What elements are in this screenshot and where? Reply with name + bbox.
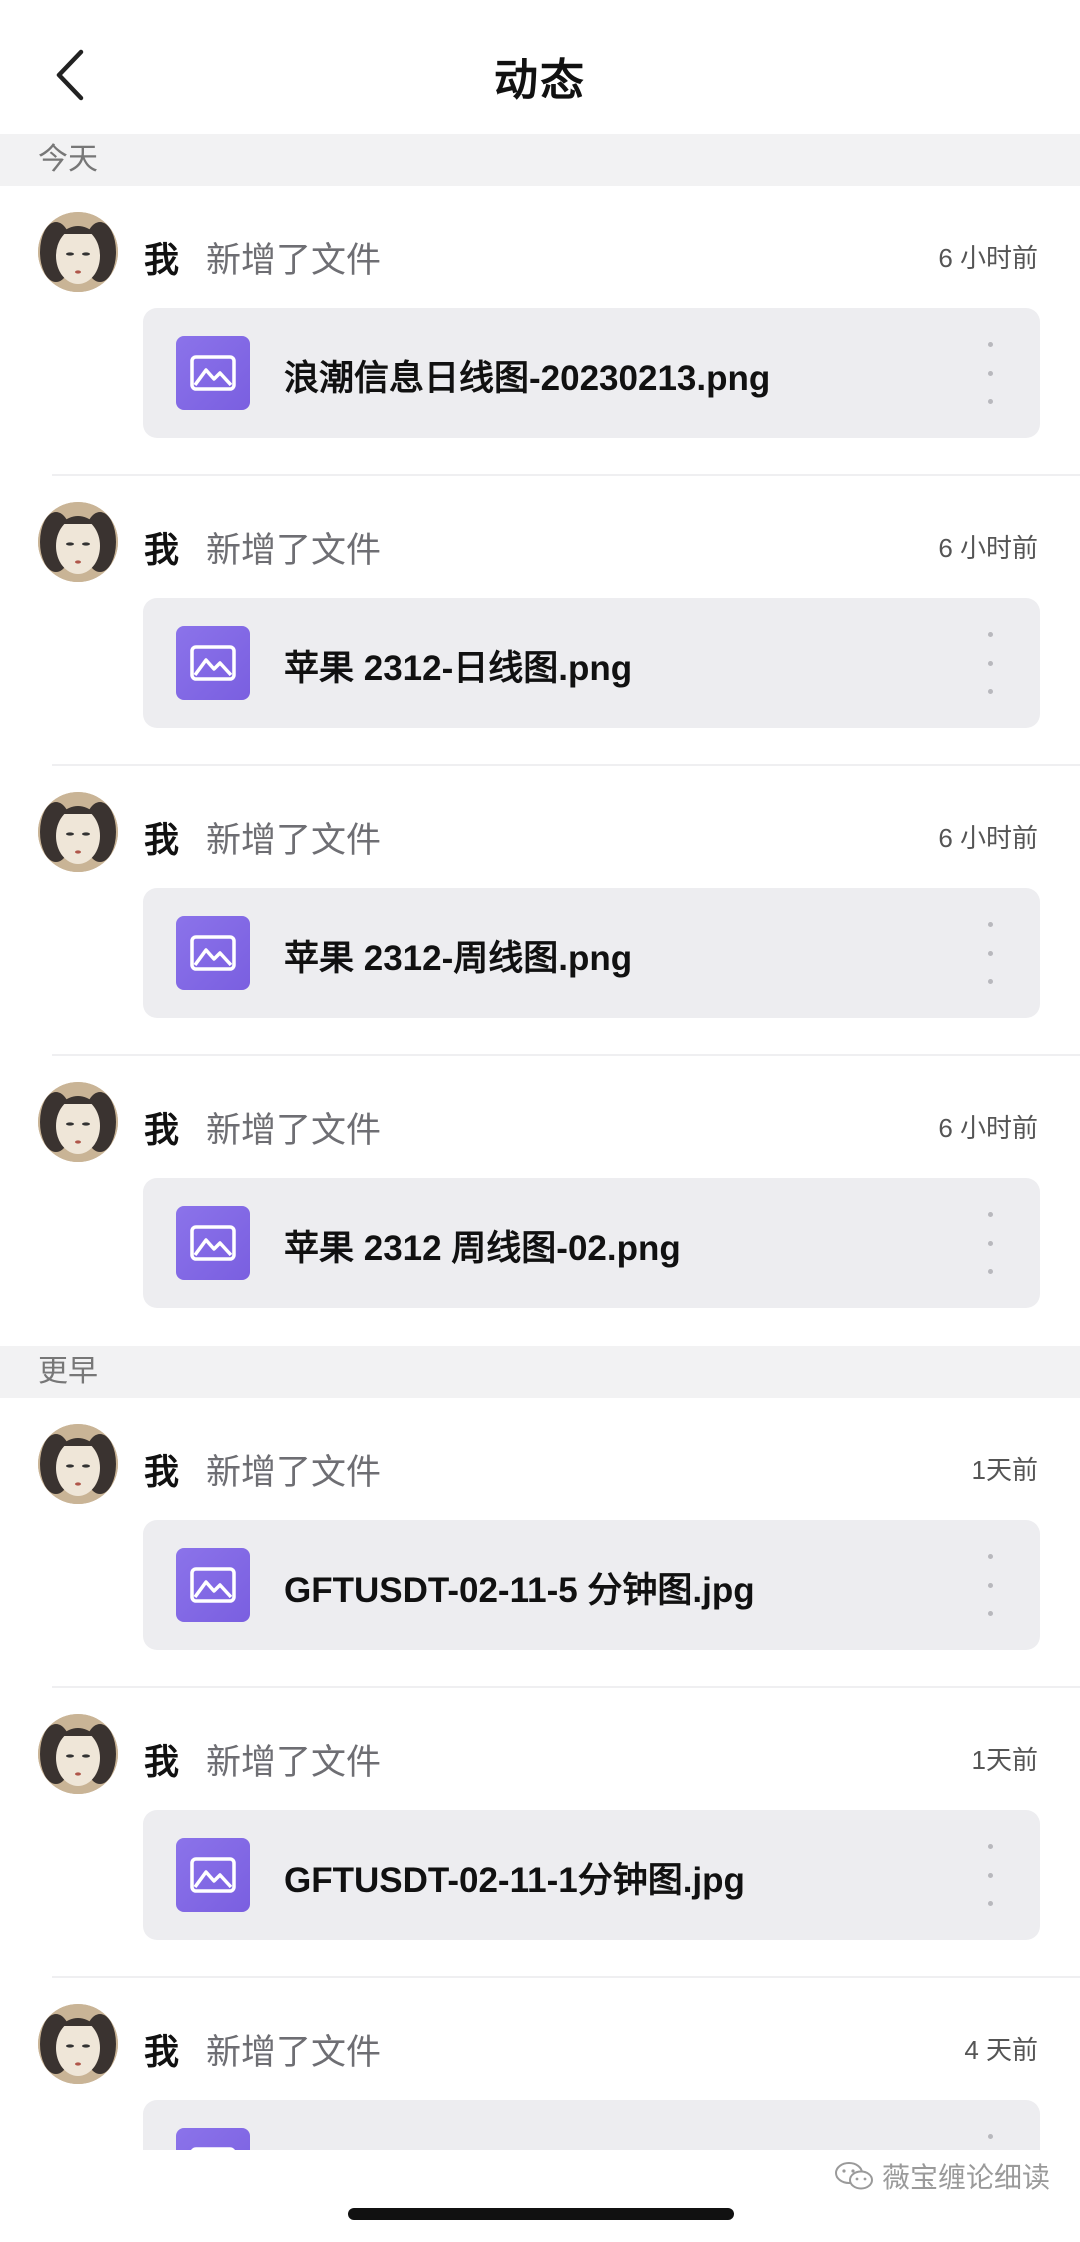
timestamp: 1天前: [971, 1455, 1038, 1485]
actor-name: 我: [144, 2033, 180, 2072]
action-text: 新增了文件: [206, 531, 382, 570]
action-text: 新增了文件: [206, 821, 382, 860]
activity-item: 我 新增了文件 6 小时前 苹果 2312-周线图.png: [0, 766, 1080, 1056]
more-options-button[interactable]: [980, 1212, 1000, 1274]
file-name: 苹果 2312-周线图.png: [284, 939, 633, 978]
file-name: 苹果 2312 周线图-02.png: [284, 1229, 681, 1268]
more-options-button[interactable]: [980, 1554, 1000, 1616]
action-text: 新增了文件: [206, 2033, 382, 2072]
activity-screen: 动态 今天 我 新增了文件 6 小时前 浪潮信息日线图-20230213.png…: [0, 0, 1080, 2242]
actor-name: 我: [144, 1453, 180, 1492]
more-options-button[interactable]: [980, 342, 1000, 404]
image-file-icon: [176, 626, 250, 700]
actor-name: 我: [144, 241, 180, 280]
file-card[interactable]: 苹果 2312-日线图.png: [143, 598, 1040, 728]
avatar[interactable]: [38, 212, 118, 292]
actor-name: 我: [144, 1743, 180, 1782]
activity-item: 我 新增了文件 1天前 GFTUSDT-02-11-1分钟图.jpg: [0, 1688, 1080, 1978]
nav-header: 动态: [0, 0, 1080, 134]
avatar[interactable]: [38, 502, 118, 582]
avatar[interactable]: [38, 2004, 118, 2084]
actor-name: 我: [144, 1111, 180, 1150]
image-file-icon: [176, 1548, 250, 1622]
file-card[interactable]: 苹果 2312 周线图-02.png: [143, 1178, 1040, 1308]
section-header-earlier: 更早: [0, 1346, 1080, 1398]
image-file-icon: [176, 916, 250, 990]
image-file-icon: [176, 1206, 250, 1280]
file-name: GFTUSDT-02-11-5 分钟图.jpg: [284, 1571, 755, 1610]
more-options-button[interactable]: [980, 922, 1000, 984]
actor-name: 我: [144, 531, 180, 570]
actor-name: 我: [144, 821, 180, 860]
timestamp: 6 小时前: [938, 1113, 1038, 1143]
activity-item: 我 新增了文件 1天前 GFTUSDT-02-11-5 分钟图.jpg: [0, 1398, 1080, 1688]
file-card[interactable]: GFTUSDT-02-11-1分钟图.jpg: [143, 1810, 1040, 1940]
activity-item: 我 新增了文件 6 小时前 浪潮信息日线图-20230213.png: [0, 186, 1080, 476]
file-name: 苹果 2312-日线图.png: [284, 649, 633, 688]
action-text: 新增了文件: [206, 1453, 382, 1492]
file-card[interactable]: 苹果 2312-周线图.png: [143, 888, 1040, 1018]
avatar[interactable]: [38, 1714, 118, 1794]
timestamp: 6 小时前: [938, 533, 1038, 563]
avatar[interactable]: [38, 1082, 118, 1162]
wechat-icon: [834, 2162, 873, 2190]
more-options-button[interactable]: [980, 1844, 1000, 1906]
image-file-icon: [176, 336, 250, 410]
timestamp: 4 天前: [964, 2035, 1038, 2065]
file-name: GFTUSDT-02-11-1分钟图.jpg: [284, 1861, 745, 1900]
avatar[interactable]: [38, 792, 118, 872]
more-options-button[interactable]: [980, 632, 1000, 694]
timestamp: 1天前: [971, 1745, 1038, 1775]
file-card[interactable]: GFTUSDT-02-11-5 分钟图.jpg: [143, 1520, 1040, 1650]
home-indicator[interactable]: [348, 2208, 734, 2220]
action-text: 新增了文件: [206, 1111, 382, 1150]
action-text: 新增了文件: [206, 241, 382, 280]
file-name: 浪潮信息日线图-20230213.png: [284, 359, 771, 398]
action-text: 新增了文件: [206, 1743, 382, 1782]
avatar[interactable]: [38, 1424, 118, 1504]
image-file-icon: [176, 1838, 250, 1912]
section-header-today: 今天: [0, 134, 1080, 186]
activity-item: 我 新增了文件 6 小时前 苹果 2312-日线图.png: [0, 476, 1080, 766]
activity-item: 我 新增了文件 6 小时前 苹果 2312 周线图-02.png: [0, 1056, 1080, 1346]
watermark-text: 薇宝缠论细读: [881, 2162, 1050, 2193]
file-card[interactable]: 浪潮信息日线图-20230213.png: [143, 308, 1040, 438]
watermark: 薇宝缠论细读: [834, 2156, 1050, 2196]
timestamp: 6 小时前: [938, 243, 1038, 273]
timestamp: 6 小时前: [938, 823, 1038, 853]
activity-feed[interactable]: 今天 我 新增了文件 6 小时前 浪潮信息日线图-20230213.png 我 …: [0, 134, 1080, 2242]
page-title: 动态: [494, 56, 586, 105]
